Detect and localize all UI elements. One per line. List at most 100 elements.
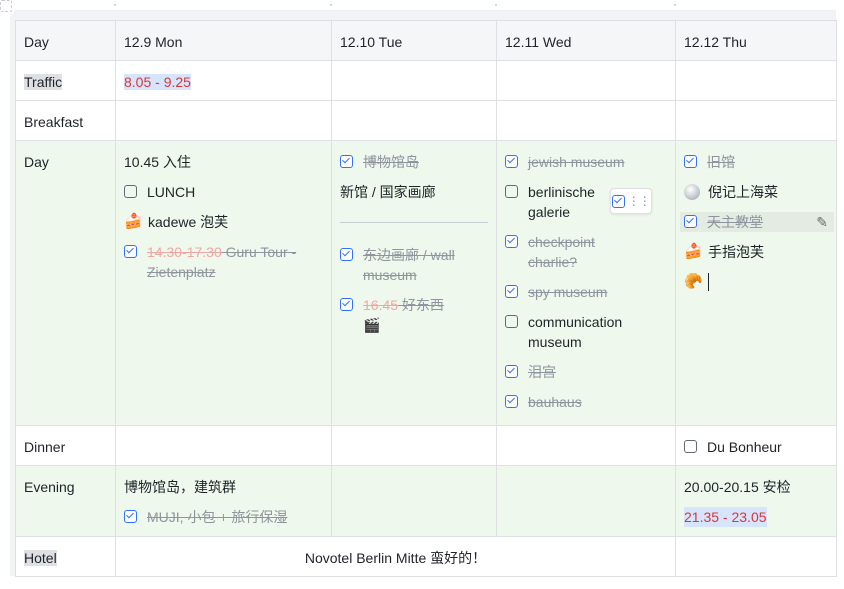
- row-label: Hotel: [24, 550, 57, 566]
- column-resize-dot[interactable]: [114, 4, 116, 6]
- itinerary-table: Day 12.9 Mon 12.10 Tue 12.11 Wed 12.12 T…: [15, 20, 837, 577]
- header-cell-wed[interactable]: 12.11 Wed: [497, 21, 676, 61]
- checkbox-checked[interactable]: [505, 155, 518, 168]
- row-label-traffic[interactable]: Traffic: [16, 61, 116, 101]
- column-resize-dot[interactable]: [674, 4, 676, 6]
- time-text: 21.35 - 23.05: [684, 507, 767, 527]
- cell-breakfast-thu[interactable]: [676, 101, 837, 141]
- cell-dinner-tue[interactable]: [332, 426, 497, 466]
- checkbox[interactable]: [505, 315, 518, 328]
- drag-handle-icon[interactable]: ⋮⋮: [628, 194, 651, 208]
- cell-day-tue[interactable]: 博物馆岛 新馆 / 国家画廊 东边画廊 / wall museum 16.45 …: [332, 141, 497, 426]
- todo-text: bauhaus: [528, 394, 582, 410]
- cell-evening-thu[interactable]: 20.00-20.15 安检 21.35 - 23.05: [676, 466, 837, 537]
- cell-traffic-thu[interactable]: [676, 61, 837, 101]
- row-label-breakfast[interactable]: Breakfast: [16, 101, 116, 141]
- checkbox[interactable]: [124, 185, 137, 198]
- cell-traffic-wed[interactable]: [497, 61, 676, 101]
- cell-dinner-mon[interactable]: [116, 426, 332, 466]
- cell-breakfast-wed[interactable]: [497, 101, 676, 141]
- todo-item: communication museum: [505, 312, 667, 352]
- todo-item: MUJI, 小包 + 旅行保湿: [124, 507, 323, 527]
- column-resize-dot[interactable]: [330, 4, 332, 6]
- time-text: 8.05 - 9.25: [124, 74, 191, 90]
- todo-text: checkpoint charlie?: [528, 234, 595, 270]
- table-top-ruler: [0, 0, 844, 20]
- checkbox-checked[interactable]: [505, 395, 518, 408]
- cell-dinner-thu[interactable]: Du Bonheur: [676, 426, 837, 466]
- time-text: 16.45: [363, 297, 399, 313]
- checkbox-checked[interactable]: [340, 155, 353, 168]
- header-cell-day[interactable]: Day: [16, 21, 116, 61]
- header-cell-thu[interactable]: 12.12 Thu: [676, 21, 837, 61]
- text-cursor: [708, 273, 709, 291]
- header-cell-mon[interactable]: 12.9 Mon: [116, 21, 332, 61]
- time-text: 14.30-17.30: [147, 244, 222, 260]
- list-item: 🍰 kadewe 泡芙: [124, 212, 323, 232]
- cell-day-thu[interactable]: 旧馆 倪记上海菜 天主教堂 ✎ 🍰 手指泡芙 🥐: [676, 141, 837, 426]
- croissant-icon: 🥐: [684, 273, 703, 290]
- checkbox-checked[interactable]: [505, 235, 518, 248]
- todo-item: Du Bonheur: [684, 437, 828, 457]
- cell-day-mon[interactable]: 10.45 入住 LUNCH 🍰 kadewe 泡芙 14.30-17.30 Gu…: [116, 141, 332, 426]
- checkbox-checked[interactable]: [340, 298, 353, 311]
- todo-item: 旧馆: [684, 152, 828, 172]
- cell-traffic-mon[interactable]: 8.05 - 9.25: [116, 61, 332, 101]
- list-item: 🥐: [684, 272, 828, 292]
- cell-evening-tue[interactable]: [332, 466, 497, 537]
- checkbox-checked[interactable]: [684, 155, 697, 168]
- row-label-day[interactable]: Day: [16, 141, 116, 426]
- cake-icon: 🍰: [124, 213, 143, 230]
- row-label-dinner[interactable]: Dinner: [16, 426, 116, 466]
- todo-item: 14.30-17.30 Guru Tour - Zietenplatz: [124, 242, 323, 282]
- todo-item: spy museum: [505, 282, 667, 302]
- cell-traffic-tue[interactable]: [332, 61, 497, 101]
- list-item: 新馆 / 国家画廊: [340, 182, 488, 202]
- edit-icon[interactable]: ✎: [816, 212, 828, 232]
- cell-hotel-merged[interactable]: Novotel Berlin Mitte 蛮好的！: [116, 537, 676, 577]
- todo-text: 东边画廊 / wall museum: [363, 247, 455, 283]
- row-label: Dinner: [24, 439, 66, 455]
- header-cell-tue[interactable]: 12.10 Tue: [332, 21, 497, 61]
- todo-text: Du Bonheur: [707, 439, 782, 455]
- item-text: kadewe 泡芙: [148, 214, 229, 230]
- todo-item-hovered: 天主教堂 ✎: [680, 212, 834, 232]
- block-toolbar: ⋮⋮: [610, 188, 652, 214]
- todo-block-icon[interactable]: [612, 194, 626, 208]
- list-item: 博物馆岛，建筑群: [124, 477, 323, 497]
- checkbox-checked[interactable]: [505, 365, 518, 378]
- todo-item: 泪宫: [505, 362, 667, 382]
- header-label: 12.12 Thu: [684, 34, 747, 50]
- checkbox-checked[interactable]: [505, 285, 518, 298]
- item-text: 10.45 入住: [124, 154, 191, 170]
- table-select-handle[interactable]: [0, 0, 12, 12]
- todo-text: 天主教堂: [707, 214, 763, 230]
- header-label: 12.9 Mon: [124, 34, 183, 50]
- checkbox-checked[interactable]: [124, 510, 137, 523]
- checkbox[interactable]: [505, 185, 518, 198]
- cell-evening-wed[interactable]: [497, 466, 676, 537]
- todo-text: MUJI, 小包 + 旅行保湿: [147, 509, 288, 525]
- cell-day-wed[interactable]: jewish museum berlinische galerie checkp…: [497, 141, 676, 426]
- cell-breakfast-mon[interactable]: [116, 101, 332, 141]
- row-label: Traffic: [24, 74, 63, 90]
- todo-text: jewish museum: [528, 154, 625, 170]
- todo-item: checkpoint charlie?: [505, 232, 667, 272]
- row-label-evening[interactable]: Evening: [16, 466, 116, 537]
- checkbox-checked[interactable]: [124, 245, 137, 258]
- list-item: 🍰 手指泡芙: [684, 242, 828, 262]
- todo-item: 东边画廊 / wall museum: [340, 245, 488, 285]
- cell-breakfast-tue[interactable]: [332, 101, 497, 141]
- todo-text: 泪宫: [528, 364, 556, 380]
- list-item: 20.00-20.15 安检: [684, 477, 828, 497]
- row-label-hotel[interactable]: Hotel: [16, 537, 116, 577]
- checkbox-checked[interactable]: [684, 215, 697, 228]
- cell-hotel-thu[interactable]: [676, 537, 837, 577]
- column-header-bar[interactable]: [14, 10, 836, 20]
- clapper-icon: 🎬: [363, 317, 381, 333]
- cell-dinner-wed[interactable]: [497, 426, 676, 466]
- checkbox-checked[interactable]: [340, 248, 353, 261]
- cell-evening-mon[interactable]: 博物馆岛，建筑群 MUJI, 小包 + 旅行保湿: [116, 466, 332, 537]
- column-resize-dot[interactable]: [495, 4, 497, 6]
- checkbox[interactable]: [684, 440, 697, 453]
